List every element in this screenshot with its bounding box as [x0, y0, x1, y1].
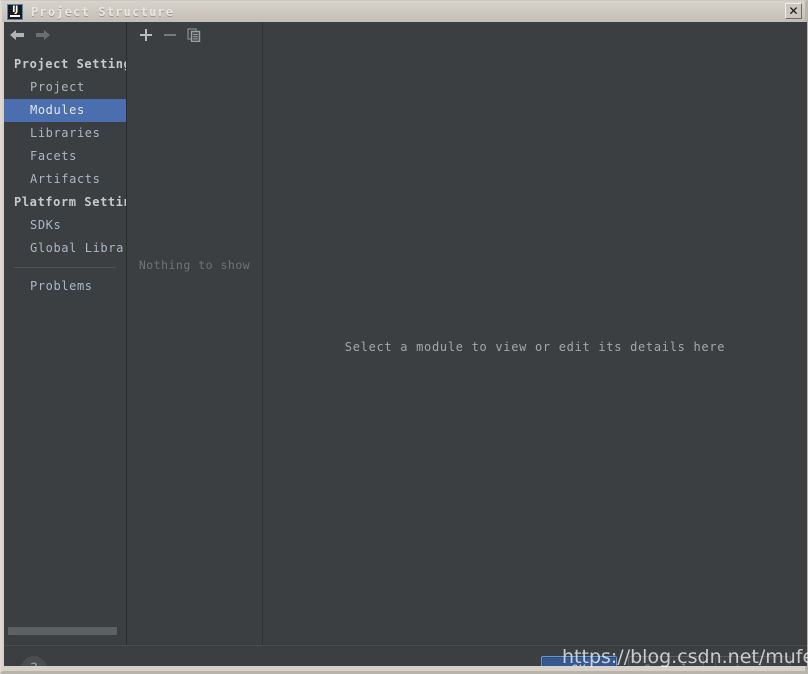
- forward-button[interactable]: [30, 22, 56, 48]
- sidebar-group-project-settings: Project Settings: [14, 57, 126, 71]
- sidebar-group-platform-settings: Platform Settings: [14, 195, 126, 209]
- sidebar-item-project[interactable]: Project: [4, 76, 126, 99]
- sidebar-item-global-libraries[interactable]: Global Libraries: [4, 237, 126, 260]
- app-icon-text: IJ: [12, 4, 18, 15]
- modules-list-panel: Nothing to show: [127, 22, 262, 645]
- module-detail-empty-text: Select a module to view or edit its deta…: [344, 340, 726, 354]
- dialog-button-row: OK Cancel Apply: [541, 656, 791, 666]
- modules-toolbar: [127, 22, 269, 48]
- sidebar-separator: [14, 267, 116, 268]
- app-icon-underline: [10, 14, 20, 17]
- plus-icon: [140, 29, 152, 41]
- arrow-left-icon: [10, 30, 24, 40]
- title-bar: IJ Project Structure ✕: [2, 1, 805, 22]
- minus-icon: [164, 34, 176, 36]
- intellij-idea-icon: IJ: [7, 3, 23, 20]
- modules-empty-text: Nothing to show: [138, 258, 251, 272]
- cancel-button[interactable]: Cancel: [628, 656, 704, 666]
- sidebar-item-modules[interactable]: Modules: [4, 99, 126, 122]
- sidebar-item-sdks[interactable]: SDKs: [4, 214, 126, 237]
- sidebar-item-facets[interactable]: Facets: [4, 145, 126, 168]
- add-button[interactable]: [134, 23, 158, 47]
- sidebar-horizontal-scrollbar[interactable]: [4, 624, 126, 638]
- module-detail-panel: Select a module to view or edit its deta…: [263, 22, 807, 645]
- sidebar-item-list: Project Settings Project Modules Librari…: [4, 53, 126, 298]
- scrollbar-thumb[interactable]: [8, 627, 117, 635]
- settings-sidebar: Project Settings Project Modules Librari…: [4, 22, 126, 638]
- sidebar-item-artifacts[interactable]: Artifacts: [4, 168, 126, 191]
- arrow-right-icon: [36, 30, 50, 40]
- window-title: Project Structure: [31, 4, 175, 19]
- sidebar-item-libraries[interactable]: Libraries: [4, 122, 126, 145]
- copy-button[interactable]: [182, 23, 206, 47]
- help-icon[interactable]: ?: [21, 656, 47, 666]
- close-icon[interactable]: ✕: [785, 3, 802, 19]
- copy-icon: [187, 28, 201, 42]
- remove-button[interactable]: [158, 23, 182, 47]
- dialog-body: Project Settings Project Modules Librari…: [4, 22, 807, 666]
- navigation-toolbar: [4, 22, 126, 48]
- ok-button[interactable]: OK: [541, 656, 617, 666]
- sidebar-item-problems[interactable]: Problems: [4, 275, 126, 298]
- back-button[interactable]: [4, 22, 30, 48]
- project-structure-window: IJ Project Structure ✕ Project Settin Pr…: [0, 0, 808, 674]
- dialog-footer: ? OK Cancel Apply: [4, 645, 807, 666]
- apply-button: Apply: [715, 656, 791, 666]
